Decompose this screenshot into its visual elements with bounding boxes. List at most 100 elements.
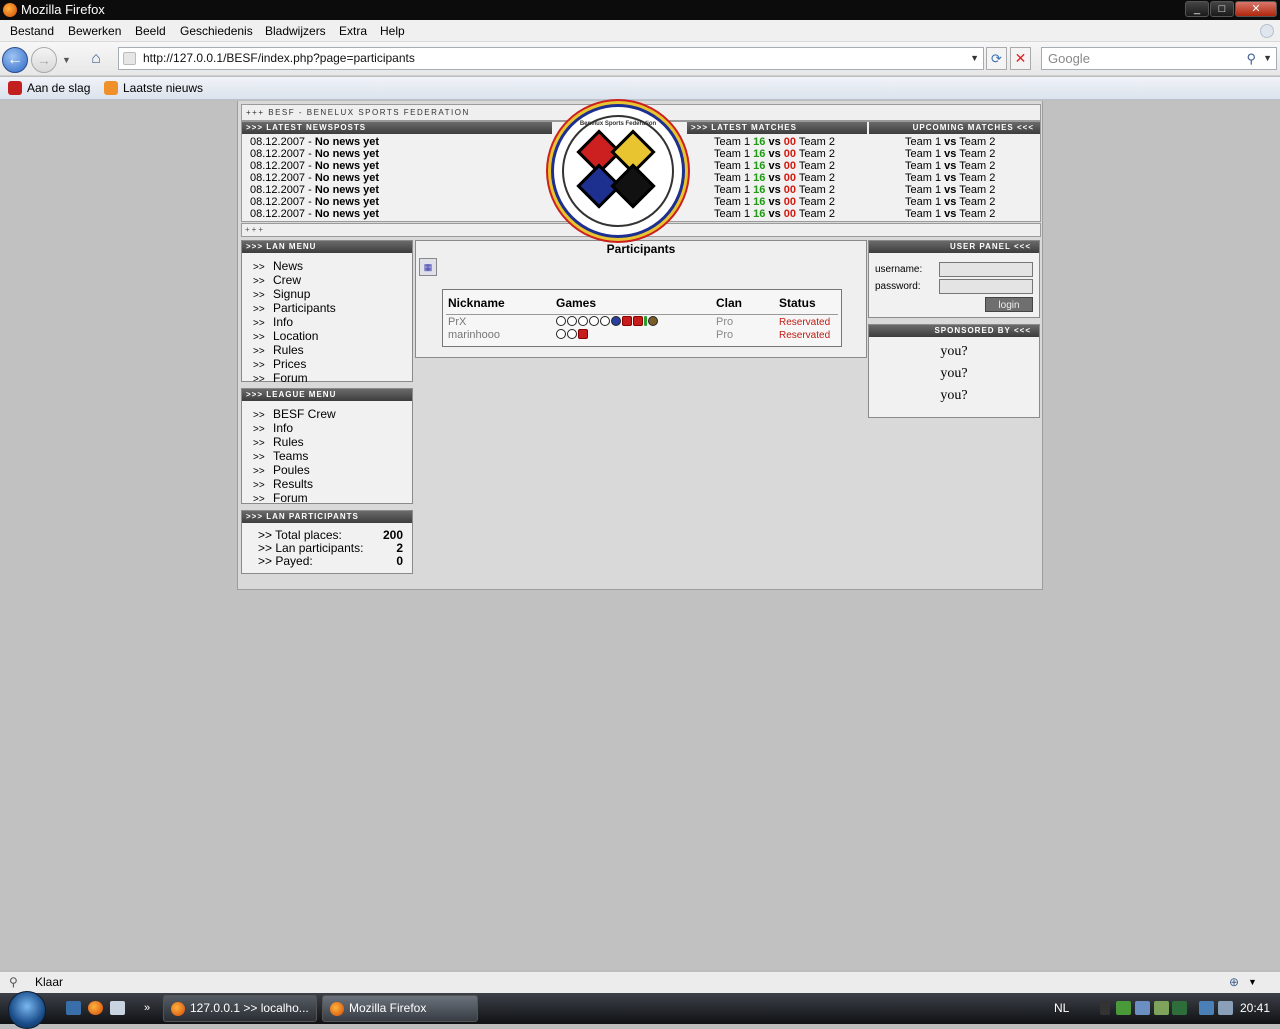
menu-item-rules[interactable]: >> Rules (253, 436, 412, 450)
menu-item-location[interactable]: >> Location (253, 330, 412, 344)
latest-match-item[interactable]: Team 1 16 vs 00 Team 2 (714, 172, 835, 184)
tray-icon[interactable] (1100, 1001, 1110, 1015)
news-text: No news yet (314, 160, 380, 172)
participants-icon[interactable]: ▦ (419, 258, 437, 276)
menu-item-news[interactable]: >> News (253, 260, 412, 274)
quicklaunch-more-icon[interactable]: » (144, 993, 150, 1024)
news-date: 08.12.2007 (250, 136, 306, 148)
nickname-cell[interactable]: marinhooo (448, 329, 500, 342)
menu-item-results[interactable]: >> Results (253, 478, 412, 492)
menu-beeld[interactable]: Beeld (135, 20, 166, 42)
firefox-quicklaunch-icon[interactable] (88, 1001, 103, 1015)
upcoming-match-item[interactable]: Team 1 vs Team 2 (905, 148, 995, 160)
history-dropdown-icon[interactable]: ▼ (62, 55, 71, 65)
menu-bestand[interactable]: Bestand (10, 20, 54, 42)
zoom-icon[interactable]: ⊕ (1229, 972, 1239, 993)
network-icon[interactable] (1199, 1001, 1214, 1015)
latest-match-item[interactable]: Team 1 16 vs 00 Team 2 (714, 184, 835, 196)
menu-item-signup[interactable]: >> Signup (253, 288, 412, 302)
login-button[interactable]: login (985, 297, 1033, 312)
news-item[interactable]: 08.12.2007 - No news yet (250, 196, 379, 208)
zoom-dropdown-icon[interactable]: ▼ (1248, 972, 1257, 993)
news-item[interactable]: 08.12.2007 - No news yet (250, 184, 379, 196)
menu-item-teams[interactable]: >> Teams (253, 450, 412, 464)
menu-item-crew[interactable]: >> Crew (253, 274, 412, 288)
minimize-button[interactable]: _ (1185, 1, 1209, 17)
home-icon[interactable]: ⌂ (86, 50, 106, 68)
menu-item-label: Crew (273, 273, 302, 287)
latest-match-item[interactable]: Team 1 16 vs 00 Team 2 (714, 136, 835, 148)
upcoming-match-item[interactable]: Team 1 vs Team 2 (905, 208, 995, 220)
menu-bewerken[interactable]: Bewerken (68, 20, 121, 42)
upcoming-match-item[interactable]: Team 1 vs Team 2 (905, 196, 995, 208)
news-item[interactable]: 08.12.2007 - No news yet (250, 148, 379, 160)
show-desktop-icon[interactable] (66, 1001, 81, 1015)
url-dropdown-icon[interactable]: ▼ (970, 48, 979, 69)
volume-icon[interactable] (1218, 1001, 1233, 1015)
menu-item-prices[interactable]: >> Prices (253, 358, 412, 372)
latest-match-item[interactable]: Team 1 16 vs 00 Team 2 (714, 196, 835, 208)
latest-match-item[interactable]: Team 1 16 vs 00 Team 2 (714, 148, 835, 160)
stop-button[interactable]: ✕ (1010, 47, 1031, 70)
user-panel: USER PANEL <<< username: password: login (868, 240, 1040, 318)
search-box[interactable]: Google ⚲ ▼ (1041, 47, 1277, 70)
maximize-button[interactable]: □ (1210, 1, 1234, 17)
menu-item-participants[interactable]: >> Participants (253, 302, 412, 316)
clock[interactable]: 20:41 (1240, 993, 1270, 1024)
menu-item-forum[interactable]: >> Forum (253, 492, 412, 506)
search-engine-dropdown-icon[interactable]: ▼ (1263, 48, 1272, 69)
news-item[interactable]: 08.12.2007 - No news yet (250, 172, 379, 184)
taskbar-button-firefox[interactable]: Mozilla Firefox (322, 995, 478, 1022)
stat-row: >> Payed: 0 (258, 555, 403, 568)
menu-item-rules[interactable]: >> Rules (253, 344, 412, 358)
news-item[interactable]: 08.12.2007 - No news yet (250, 136, 379, 148)
menu-extra[interactable]: Extra (339, 20, 367, 42)
back-button[interactable]: ← (2, 47, 28, 73)
tray-icon[interactable] (1116, 1001, 1131, 1015)
menu-bladwijzers[interactable]: Bladwijzers (265, 20, 326, 42)
start-button[interactable] (8, 991, 46, 1029)
url-bar[interactable]: http://127.0.0.1/BESF/index.php?page=par… (118, 47, 984, 70)
upcoming-match-item[interactable]: Team 1 vs Team 2 (905, 160, 995, 172)
news-item[interactable]: 08.12.2007 - No news yet (250, 208, 379, 220)
sponsor-item[interactable]: you? (869, 363, 1039, 385)
latest-match-item[interactable]: Team 1 16 vs 00 Team 2 (714, 160, 835, 172)
password-input[interactable] (939, 279, 1033, 294)
search-icon[interactable]: ⚲ (1246, 48, 1256, 69)
reload-button[interactable]: ⟳ (986, 47, 1007, 70)
tray-icon[interactable] (1172, 1001, 1187, 1015)
status-cell: Reservated (779, 317, 831, 328)
nickname-cell[interactable]: PrX (448, 316, 466, 329)
menu-item-poules[interactable]: >> Poules (253, 464, 412, 478)
taskbar-button-localhost[interactable]: 127.0.0.1 >> localho... (163, 995, 317, 1022)
username-input[interactable] (939, 262, 1033, 277)
language-indicator[interactable]: NL (1054, 993, 1069, 1024)
tray-icon[interactable] (1154, 1001, 1169, 1015)
sponsor-item[interactable]: you? (869, 341, 1039, 363)
sponsor-item[interactable]: you? (869, 385, 1039, 407)
rss-icon (104, 81, 118, 95)
upcoming-match-item[interactable]: Team 1 vs Team 2 (905, 172, 995, 184)
latest-match-item[interactable]: Team 1 16 vs 00 Team 2 (714, 208, 835, 220)
menu-geschiedenis[interactable]: Geschiedenis (180, 20, 253, 42)
match-vs: vs (944, 184, 957, 196)
menu-help[interactable]: Help (380, 20, 405, 42)
tray-icon[interactable] (1135, 1001, 1150, 1015)
lan-menu-panel: >>> LAN MENU >> News >> Crew >> Signup >> Parti… (241, 240, 413, 385)
menu-item-info[interactable]: >> Info (253, 422, 412, 436)
bookmark-aan-de-slag[interactable]: Aan de slag (8, 77, 90, 100)
upcoming-match-item[interactable]: Team 1 vs Team 2 (905, 184, 995, 196)
bookmark-label: Aan de slag (27, 81, 91, 95)
menu-item-label: News (273, 259, 304, 273)
forward-button[interactable]: → (31, 47, 57, 73)
sponsor-list: you? you? you? (869, 337, 1039, 407)
menu-item-forum[interactable]: >> Forum (253, 372, 412, 386)
close-button[interactable]: ✕ (1235, 1, 1277, 17)
league-menu-header: >>> LEAGUE MENU (242, 389, 412, 401)
menu-item-info[interactable]: >> Info (253, 316, 412, 330)
switch-windows-icon[interactable] (110, 1001, 125, 1015)
news-item[interactable]: 08.12.2007 - No news yet (250, 160, 379, 172)
menu-item-besf-crew[interactable]: >> BESF Crew (253, 408, 412, 422)
bookmark-laatste-nieuws[interactable]: Laatste nieuws (104, 77, 203, 100)
upcoming-match-item[interactable]: Team 1 vs Team 2 (905, 136, 995, 148)
